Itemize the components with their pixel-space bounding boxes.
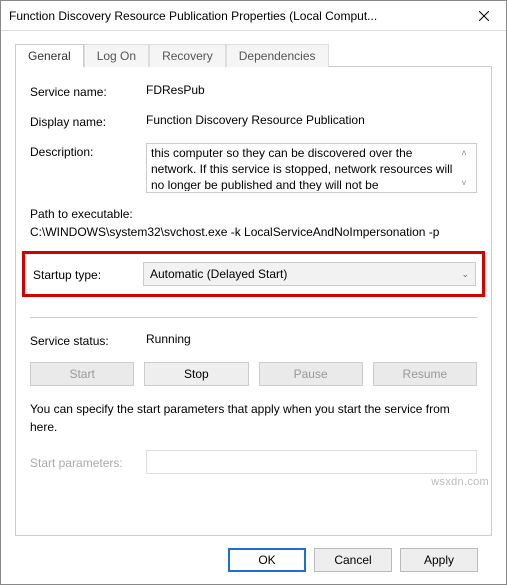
resume-button: Resume <box>373 362 477 386</box>
path-value: C:\WINDOWS\system32\svchost.exe -k Local… <box>30 225 477 239</box>
display-name-value: Function Discovery Resource Publication <box>146 113 477 127</box>
pause-button: Pause <box>259 362 363 386</box>
start-button: Start <box>30 362 134 386</box>
service-name-row: Service name: FDResPub <box>30 83 477 99</box>
apply-button[interactable]: Apply <box>400 548 478 572</box>
description-label: Description: <box>30 143 146 159</box>
display-name-label: Display name: <box>30 113 146 129</box>
startup-type-highlight: Startup type: Automatic (Delayed Start) … <box>22 251 485 297</box>
chevron-down-icon: ⌄ <box>461 269 469 280</box>
tab-dependencies[interactable]: Dependencies <box>226 44 329 67</box>
description-row: Description: this computer so they can b… <box>30 143 477 193</box>
watermark: wsxdn.com <box>431 476 489 488</box>
tab-recovery[interactable]: Recovery <box>149 44 226 67</box>
cancel-button[interactable]: Cancel <box>314 548 392 572</box>
dialog-body: General Log On Recovery Dependencies Ser… <box>1 31 506 584</box>
path-label: Path to executable: <box>30 207 477 221</box>
scroll-up-icon[interactable]: ˄ <box>461 145 466 161</box>
description-scrollbar[interactable]: ˄ ˅ <box>456 145 472 191</box>
start-params-hint: You can specify the start parameters tha… <box>30 400 477 436</box>
close-icon <box>479 11 489 21</box>
tab-strip: General Log On Recovery Dependencies <box>15 43 492 66</box>
stop-button[interactable]: Stop <box>144 362 248 386</box>
startup-type-label: Startup type: <box>31 266 143 282</box>
separator <box>30 317 477 318</box>
description-text: this computer so they can be discovered … <box>151 145 456 191</box>
service-status-label: Service status: <box>30 332 146 348</box>
tab-panel-general: Service name: FDResPub Display name: Fun… <box>15 66 492 536</box>
window-title: Function Discovery Resource Publication … <box>9 9 461 23</box>
description-box[interactable]: this computer so they can be discovered … <box>146 143 477 193</box>
properties-window: Function Discovery Resource Publication … <box>0 0 507 585</box>
start-params-input <box>146 450 477 474</box>
service-status-value: Running <box>146 332 477 346</box>
service-status-row: Service status: Running <box>30 332 477 348</box>
startup-type-dropdown[interactable]: Automatic (Delayed Start) ⌄ <box>143 262 476 286</box>
start-params-label: Start parameters: <box>30 454 146 470</box>
titlebar: Function Discovery Resource Publication … <box>1 1 506 31</box>
service-name-label: Service name: <box>30 83 146 99</box>
close-button[interactable] <box>461 1 506 31</box>
service-name-value: FDResPub <box>146 83 477 97</box>
path-block: Path to executable: C:\WINDOWS\system32\… <box>30 207 477 239</box>
display-name-row: Display name: Function Discovery Resourc… <box>30 113 477 129</box>
tab-general[interactable]: General <box>15 44 84 67</box>
start-params-row: Start parameters: <box>30 450 477 474</box>
tab-logon[interactable]: Log On <box>84 44 149 67</box>
ok-button[interactable]: OK <box>228 548 306 572</box>
dialog-footer: OK Cancel Apply <box>15 536 492 584</box>
startup-type-value: Automatic (Delayed Start) <box>150 267 461 281</box>
service-control-buttons: Start Stop Pause Resume <box>30 362 477 386</box>
scroll-down-icon[interactable]: ˅ <box>461 175 466 191</box>
